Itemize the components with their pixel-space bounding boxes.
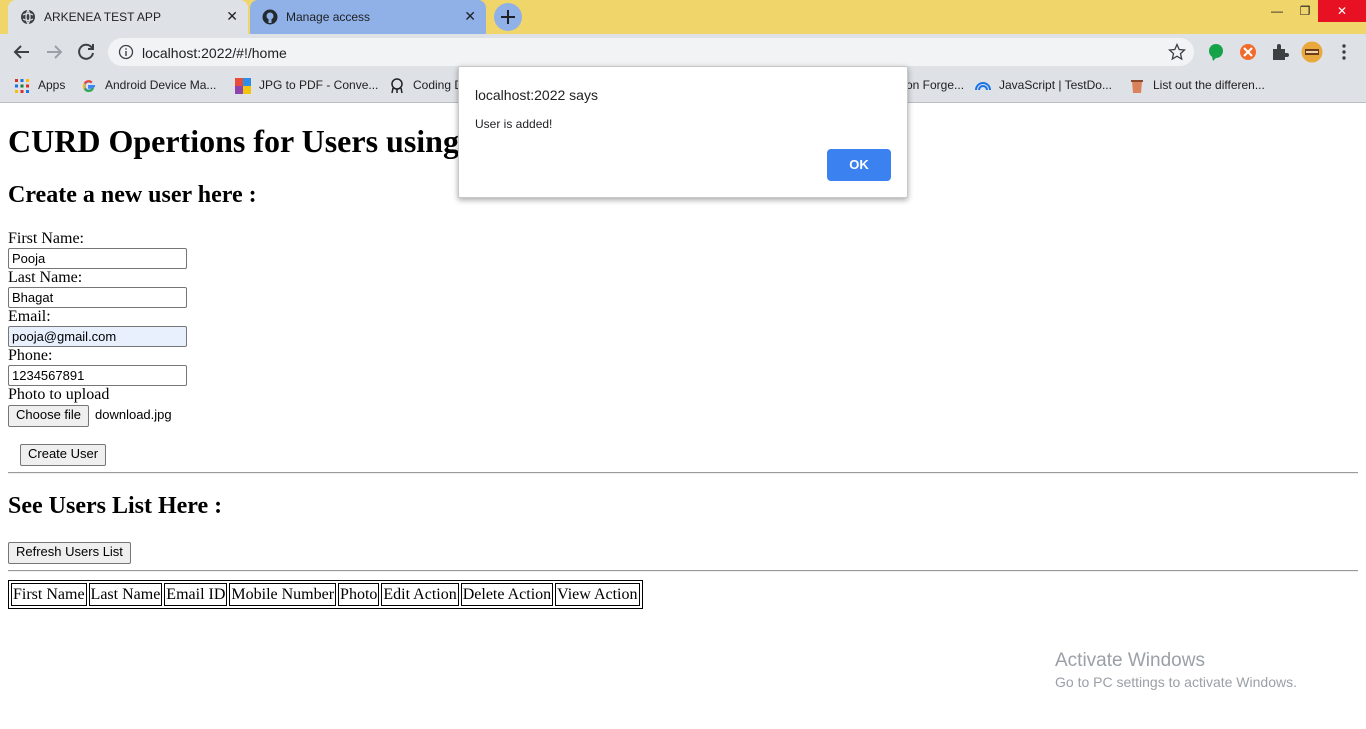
cup-icon (1131, 80, 1143, 93)
column-header-delete-action: Delete Action (460, 583, 554, 606)
bookmark-star-icon[interactable] (1168, 43, 1186, 61)
google-icon (82, 80, 95, 93)
apps-grid-icon (15, 79, 29, 93)
column-header-view-action: View Action (555, 583, 640, 606)
close-tab-icon[interactable]: ✕ (464, 8, 476, 24)
divider (8, 570, 1358, 572)
last-name-input[interactable] (8, 287, 187, 308)
first-name-label: First Name: (8, 230, 84, 247)
email-label: Email: (8, 308, 51, 325)
profile-avatar[interactable] (1301, 41, 1323, 63)
new-tab-button[interactable] (494, 3, 522, 31)
tab-strip: ARKENEA TEST APP ✕ Manage access ✕ — ❐ ✕ (0, 0, 1366, 34)
column-header-edit-action: Edit Action (381, 583, 459, 606)
extensions-puzzle-icon[interactable] (1270, 42, 1290, 62)
bookmark-label: JavaScript | TestDo... (999, 78, 1112, 92)
create-user-heading: Create a new user here : (8, 182, 257, 208)
restore-button[interactable]: ❐ (1290, 0, 1320, 22)
bookmark-label: on Forge... (906, 78, 965, 92)
create-user-button[interactable]: Create User (20, 444, 107, 466)
extension-orange-icon[interactable] (1238, 42, 1258, 62)
email-input[interactable] (8, 326, 187, 347)
tab-title: ARKENEA TEST APP (44, 10, 161, 24)
grammarly-extension-icon[interactable] (1206, 42, 1226, 62)
bookmark-label: JPG to PDF - Conve... (259, 78, 379, 92)
column-header-mobile-number: Mobile Number (229, 583, 337, 606)
page-title: CURD Opertions for Users using (8, 123, 459, 159)
browser-toolbar: localhost:2022/#!/home (0, 34, 1366, 70)
choose-file-button[interactable]: Choose file (8, 405, 90, 427)
url-text: localhost:2022/#!/home (142, 45, 287, 61)
watermark-subtitle: Go to PC settings to activate Windows. (1055, 674, 1297, 690)
minimize-button[interactable]: — (1262, 0, 1292, 22)
address-bar[interactable]: localhost:2022/#!/home (108, 38, 1194, 66)
selected-file-name: download.jpg (95, 407, 172, 422)
table-header-row: First Name Last Name Email ID Mobile Num… (11, 583, 640, 606)
users-list-heading: See Users List Here : (8, 493, 223, 519)
close-tab-icon[interactable]: ✕ (226, 8, 238, 24)
first-name-input[interactable] (8, 248, 187, 269)
column-header-photo: Photo (338, 583, 380, 606)
dialog-message: User is added! (475, 117, 553, 131)
tab-title: Manage access (286, 10, 371, 24)
users-table: First Name Last Name Email ID Mobile Num… (8, 580, 643, 609)
tab-manage-access[interactable]: Manage access ✕ (250, 0, 486, 34)
alert-dialog: localhost:2022 says User is added! OK (458, 66, 908, 198)
phone-input[interactable] (8, 365, 187, 386)
globe-icon (21, 9, 35, 25)
column-header-first-name: First Name (11, 583, 87, 606)
watermark-title: Activate Windows (1055, 650, 1205, 671)
bookmark-label: Coding D (413, 78, 464, 92)
photo-upload-label: Photo to upload (8, 386, 110, 403)
jpg-pdf-icon (235, 78, 251, 94)
back-arrow-icon[interactable] (10, 40, 34, 64)
bookmark-label: List out the differen... (1153, 78, 1265, 92)
reload-icon[interactable] (74, 40, 98, 64)
last-name-label: Last Name: (8, 269, 83, 286)
forward-arrow-icon[interactable] (42, 40, 66, 64)
github-icon (262, 9, 278, 25)
phone-label: Phone: (8, 347, 53, 364)
tab-arkenea-test-app[interactable]: ARKENEA TEST APP ✕ (8, 0, 248, 34)
bookmark-label: Apps (38, 78, 66, 92)
activate-windows-watermark: Activate Windows Go to PC settings to ac… (1055, 650, 1297, 690)
dialog-title: localhost:2022 says (475, 87, 598, 103)
plus-icon (501, 10, 515, 24)
bookmark-label: Android Device Ma... (105, 78, 217, 92)
divider (8, 472, 1358, 474)
column-header-email-id: Email ID (164, 583, 228, 606)
menu-kebab-icon[interactable] (1334, 42, 1354, 62)
info-icon[interactable] (118, 44, 134, 60)
refresh-users-button[interactable]: Refresh Users List (8, 542, 131, 564)
ok-button[interactable]: OK (827, 149, 891, 181)
window-close-button[interactable]: ✕ (1318, 0, 1366, 22)
coding-icon (391, 78, 403, 94)
column-header-last-name: Last Name (88, 583, 163, 606)
testdome-icon (975, 82, 991, 91)
